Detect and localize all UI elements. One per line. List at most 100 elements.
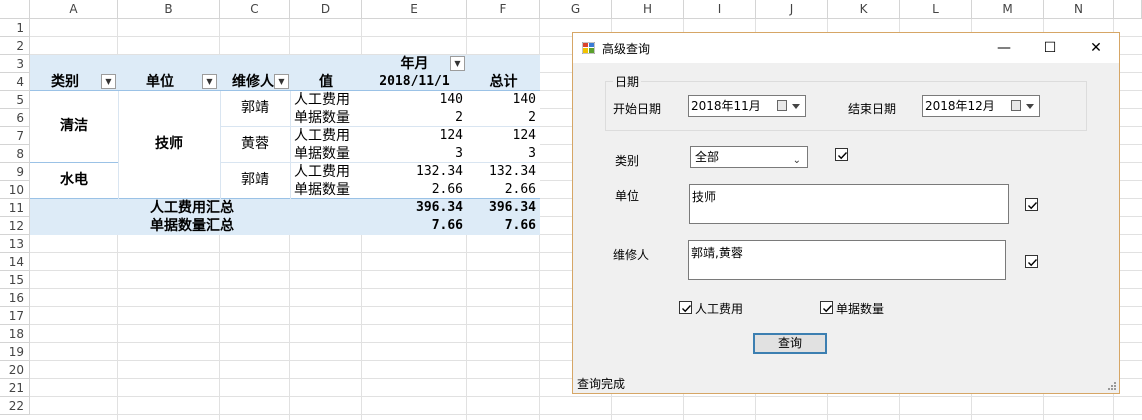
pivot-total-cell[interactable]: 2 bbox=[467, 109, 540, 127]
doc-count-checkbox-label[interactable]: 单据数量 bbox=[836, 300, 884, 317]
checkmark-icon bbox=[838, 152, 848, 160]
column-header-j[interactable]: J bbox=[756, 0, 828, 19]
column-header-c[interactable]: C bbox=[220, 0, 290, 19]
pivot-measure-label[interactable]: 人工费用 bbox=[294, 163, 362, 181]
pivot-value-cell[interactable]: 2.66 bbox=[362, 181, 467, 199]
row-header[interactable]: 13 bbox=[0, 235, 30, 253]
pivot-measure-label[interactable]: 人工费用 bbox=[294, 127, 362, 145]
pivot-category-water[interactable]: 水电 bbox=[30, 171, 118, 189]
row-header[interactable]: 4 bbox=[0, 73, 30, 91]
pivot-total-cell[interactable]: 3 bbox=[467, 145, 540, 163]
filter-dropdown-icon[interactable]: ▼ bbox=[101, 74, 116, 89]
pivot-grand-total-cell[interactable]: 7.66 bbox=[467, 217, 540, 235]
row-header[interactable]: 20 bbox=[0, 361, 30, 379]
labor-cost-checkbox-label[interactable]: 人工费用 bbox=[695, 300, 743, 317]
pivot-header-total: 总计 bbox=[489, 74, 518, 90]
pivot-total-cell[interactable]: 124 bbox=[467, 127, 540, 145]
pivot-total-cell[interactable]: 132.34 bbox=[467, 163, 540, 181]
row-header[interactable]: 8 bbox=[0, 145, 30, 163]
row-header[interactable]: 5 bbox=[0, 91, 30, 109]
row-header[interactable]: 14 bbox=[0, 253, 30, 271]
filter-dropdown-icon[interactable]: ▼ bbox=[202, 74, 217, 89]
pivot-total-cell[interactable]: 140 bbox=[467, 91, 540, 109]
pivot-grand-total-cell[interactable]: 7.66 bbox=[362, 217, 467, 235]
pivot-measure-label[interactable]: 单据数量 bbox=[294, 181, 362, 199]
close-button[interactable]: ✕ bbox=[1073, 33, 1119, 63]
resize-grip-icon[interactable] bbox=[1108, 382, 1116, 390]
pivot-measure-label[interactable]: 单据数量 bbox=[294, 145, 362, 163]
row-header[interactable]: 6 bbox=[0, 109, 30, 127]
column-header-l[interactable]: L bbox=[900, 0, 972, 19]
pivot-person[interactable]: 郭靖 bbox=[220, 171, 290, 189]
pivot-value-cell[interactable]: 140 bbox=[362, 91, 467, 109]
row-header[interactable]: 16 bbox=[0, 289, 30, 307]
query-button[interactable]: 查询 bbox=[753, 333, 827, 354]
row-header[interactable]: 19 bbox=[0, 343, 30, 361]
column-header-h[interactable]: H bbox=[612, 0, 684, 19]
row-header[interactable]: 1 bbox=[0, 19, 30, 37]
row-header[interactable]: 22 bbox=[0, 397, 30, 415]
filter-dropdown-icon[interactable]: ▼ bbox=[450, 56, 465, 71]
row-header[interactable]: 17 bbox=[0, 307, 30, 325]
column-header-n[interactable]: N bbox=[1044, 0, 1114, 19]
select-all-corner[interactable] bbox=[0, 0, 30, 19]
category-enable-checkbox[interactable] bbox=[835, 148, 848, 161]
doc-count-checkbox[interactable] bbox=[820, 301, 833, 314]
row-header[interactable]: 3 bbox=[0, 55, 30, 73]
start-date-picker[interactable]: 2018年11月 bbox=[688, 95, 806, 117]
unit-enable-checkbox[interactable] bbox=[1025, 198, 1038, 211]
column-header-b[interactable]: B bbox=[118, 0, 220, 19]
repair-person-textbox[interactable]: 郭靖,黄蓉 bbox=[688, 240, 1006, 280]
pivot-value-cell[interactable]: 124 bbox=[362, 127, 467, 145]
calendar-icon[interactable] bbox=[777, 100, 787, 111]
pivot-person[interactable]: 黄蓉 bbox=[220, 135, 290, 153]
row-header[interactable]: 21 bbox=[0, 379, 30, 397]
pivot-grand-total-cell[interactable]: 396.34 bbox=[467, 199, 540, 217]
pivot-value-cell[interactable]: 2 bbox=[362, 109, 467, 127]
row-header[interactable]: 15 bbox=[0, 271, 30, 289]
row-header[interactable]: 10 bbox=[0, 181, 30, 199]
row-header[interactable]: 7 bbox=[0, 127, 30, 145]
pivot-total-cell[interactable]: 2.66 bbox=[467, 181, 540, 199]
column-header-i[interactable]: I bbox=[684, 0, 756, 19]
pivot-person[interactable]: 郭靖 bbox=[220, 99, 290, 117]
pivot-category-clean[interactable]: 清洁 bbox=[30, 117, 118, 135]
repair-person-enable-checkbox[interactable] bbox=[1025, 255, 1038, 268]
column-header-f[interactable]: F bbox=[467, 0, 540, 19]
pivot-grand-total-cell[interactable]: 396.34 bbox=[362, 199, 467, 217]
pivot-value-cell[interactable]: 3 bbox=[362, 145, 467, 163]
labor-cost-checkbox[interactable] bbox=[679, 301, 692, 314]
pivot-header-unit: 单位 bbox=[146, 74, 174, 90]
pivot-unit-tech[interactable]: 技师 bbox=[118, 135, 220, 153]
end-date-picker[interactable]: 2018年12月 bbox=[922, 95, 1040, 117]
column-header-a[interactable]: A bbox=[30, 0, 118, 19]
row-header[interactable]: 2 bbox=[0, 37, 30, 55]
column-header-k[interactable]: K bbox=[828, 0, 900, 19]
column-header-m[interactable]: M bbox=[972, 0, 1044, 19]
row-header[interactable]: 18 bbox=[0, 325, 30, 343]
column-header-g[interactable]: G bbox=[540, 0, 612, 19]
dropdown-arrow-icon[interactable] bbox=[792, 104, 800, 109]
column-header-e[interactable]: E bbox=[362, 0, 467, 19]
category-select[interactable]: 全部 ⌄ bbox=[690, 146, 808, 168]
pivot-measure-label[interactable]: 单据数量 bbox=[294, 109, 362, 127]
dropdown-arrow-icon[interactable] bbox=[1026, 104, 1034, 109]
maximize-button[interactable]: ☐ bbox=[1027, 33, 1073, 63]
minimize-button[interactable]: — bbox=[981, 33, 1027, 63]
dialog-titlebar[interactable]: 高级查询 — ☐ ✕ bbox=[573, 33, 1119, 63]
pivot-header-date: 2018/11/1 bbox=[379, 74, 450, 89]
pivot-grand-total-label[interactable]: 单据数量汇总 bbox=[150, 217, 290, 235]
row-header[interactable]: 12 bbox=[0, 217, 30, 235]
calendar-icon[interactable] bbox=[1011, 100, 1021, 111]
filter-dropdown-icon[interactable]: ▼ bbox=[274, 74, 289, 89]
row-header[interactable]: 11 bbox=[0, 199, 30, 217]
pivot-grand-total-label[interactable]: 人工费用汇总 bbox=[150, 199, 290, 217]
category-select-value: 全部 bbox=[695, 150, 720, 164]
column-header-o[interactable] bbox=[1114, 0, 1142, 19]
pivot-value-cell[interactable]: 132.34 bbox=[362, 163, 467, 181]
column-header-d[interactable]: D bbox=[290, 0, 362, 19]
chevron-down-icon[interactable]: ⌄ bbox=[793, 151, 801, 171]
row-header[interactable]: 9 bbox=[0, 163, 30, 181]
pivot-measure-label[interactable]: 人工费用 bbox=[294, 91, 362, 109]
unit-textbox[interactable]: 技师 bbox=[689, 184, 1009, 224]
